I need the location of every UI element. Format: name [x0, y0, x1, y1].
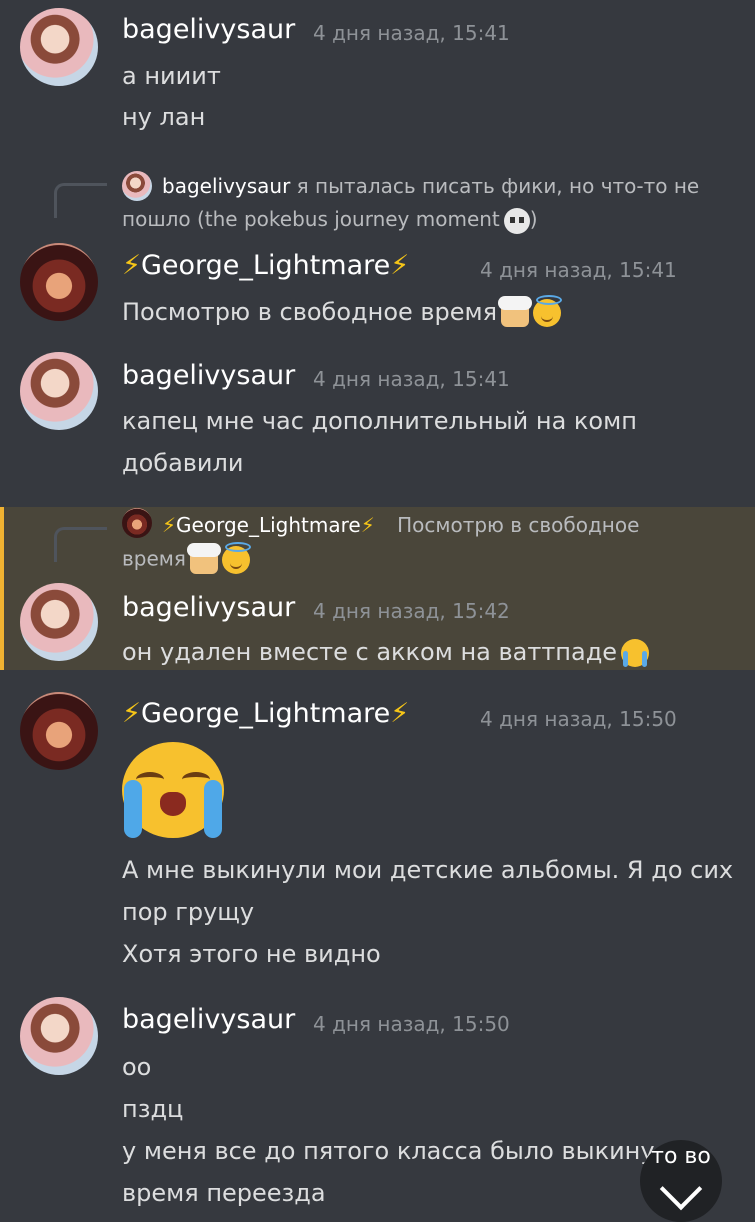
message-text: ну лан [122, 103, 206, 131]
halo-smile-icon [533, 295, 563, 327]
timestamp: 4 дня назад, 15:41 [313, 367, 510, 391]
loudly-crying-face-icon [122, 742, 224, 838]
message-text: пздц [122, 1095, 184, 1123]
message-text: у меня все до пятого класса было выкину [122, 1137, 655, 1165]
message-text: А мне выкинули мои детские альбомы. Я до… [122, 856, 734, 884]
avatar[interactable] [20, 692, 98, 770]
author-name[interactable]: bagelivysaur [122, 360, 295, 391]
mind-blown-icon [498, 296, 533, 327]
timestamp: 4 дня назад, 15:41 [480, 258, 677, 282]
lightning-icon: ⚡ [360, 513, 375, 537]
reply-avatar [122, 171, 152, 201]
message-text: добавили [122, 449, 244, 477]
reply-snippet: пошло (the pokebus journey moment [122, 207, 500, 231]
reply-author: bagelivysaur [162, 174, 291, 198]
reply-preview[interactable]: bagelivysaur я пыталась писать фики, но … [162, 174, 699, 198]
message-text: капец мне час дополнительный на комп [122, 407, 637, 435]
reply-connector [54, 183, 107, 218]
reply-author: George_Lightmare [176, 513, 361, 537]
reply-connector [54, 527, 107, 562]
timestamp: 4 дня назад, 15:50 [480, 707, 677, 731]
message-text: он удален вместе с акком на ваттпаде [122, 638, 650, 667]
avatar[interactable] [20, 8, 98, 86]
author-name[interactable]: bagelivysaur [122, 592, 295, 623]
author-name[interactable]: bagelivysaur [122, 1004, 295, 1035]
jump-to-present-button[interactable]: то во [640, 1140, 722, 1222]
message-text: а нииит [122, 62, 221, 90]
lightning-icon: ⚡ [162, 513, 177, 537]
avatar[interactable] [20, 352, 98, 430]
reply-snippet: я пыталась писать фики, но что-то не [296, 174, 700, 198]
message-text: оо [122, 1053, 152, 1081]
jump-label: то во [651, 1144, 711, 1169]
timestamp: 4 дня назад, 15:42 [313, 599, 510, 623]
reply-preview-line2[interactable]: пошло (the pokebus journey moment) [122, 207, 538, 234]
mind-blown-icon [186, 543, 221, 574]
author-name[interactable]: bagelivysaur [122, 14, 295, 45]
lightning-icon: ⚡ [122, 250, 141, 281]
reply-preview[interactable]: ⚡George_Lightmare⚡ Посмотрю в свободное [162, 513, 639, 537]
skull-icon [503, 207, 530, 234]
timestamp: 4 дня назад, 15:41 [313, 21, 510, 45]
reply-snippet: время [122, 546, 186, 571]
lightning-icon: ⚡ [390, 698, 410, 729]
timestamp: 4 дня назад, 15:50 [313, 1012, 510, 1036]
halo-smile-icon [221, 542, 251, 574]
crying-face-icon [621, 639, 650, 667]
message-text: Посмотрю в свободное время [122, 295, 563, 327]
reply-avatar [122, 508, 152, 538]
lightning-icon: ⚡ [390, 250, 410, 281]
author-name[interactable]: ⚡George_Lightmare⚡ [122, 250, 409, 281]
avatar[interactable] [20, 243, 98, 321]
avatar[interactable] [20, 997, 98, 1075]
reply-snippet: Посмотрю в свободное [397, 513, 640, 537]
reply-preview-line2[interactable]: время [122, 542, 251, 574]
avatar[interactable] [20, 583, 98, 661]
message-text: время переезда [122, 1179, 326, 1207]
message-text: Хотя этого не видно [122, 940, 381, 968]
lightning-icon: ⚡ [122, 698, 141, 729]
message-text: пор грущу [122, 898, 255, 926]
author-name[interactable]: ⚡George_Lightmare⚡ [122, 698, 409, 729]
chevron-down-icon [659, 1167, 703, 1211]
